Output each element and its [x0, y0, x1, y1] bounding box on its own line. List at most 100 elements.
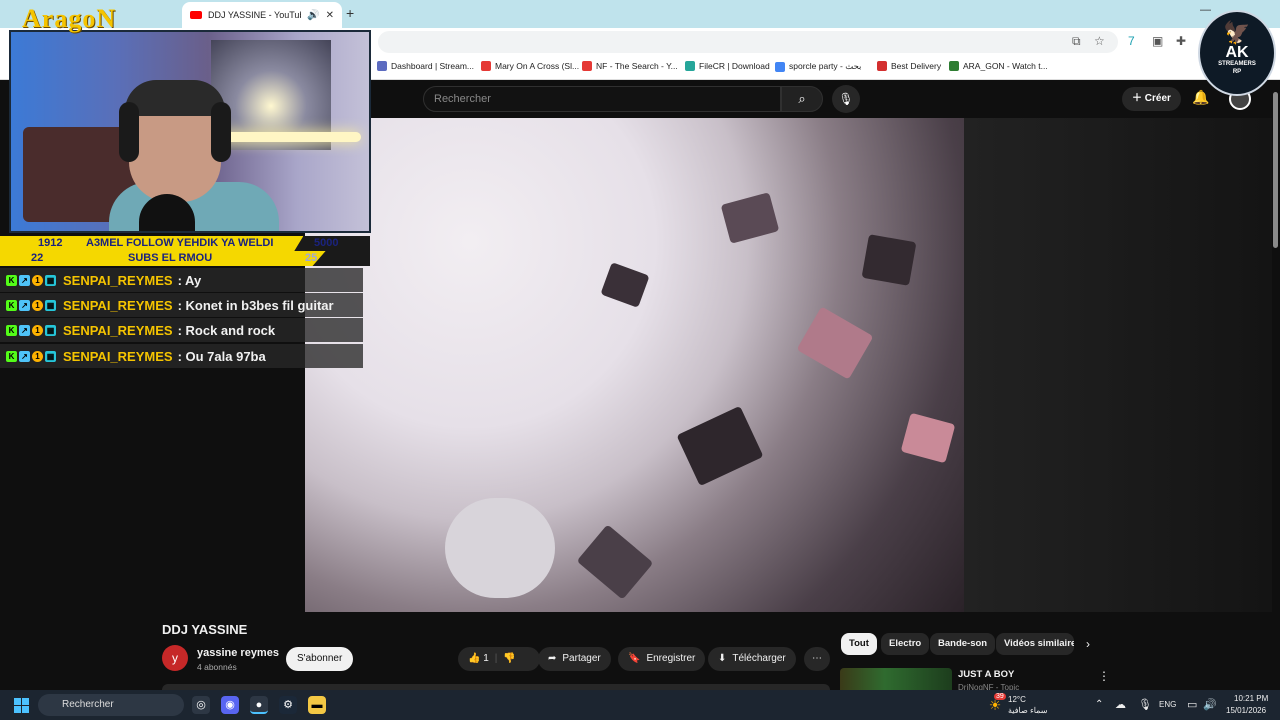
like-dislike-group: 👍 1 | 👎 — [458, 647, 540, 671]
chip-soundtrack[interactable]: Bande-son — [930, 633, 996, 655]
bookmark-item[interactable]: ARA_GON - Watch t... — [949, 61, 1048, 71]
video-frame-shard — [445, 498, 555, 598]
save-button[interactable]: 🔖 Enregistrer — [618, 647, 706, 671]
install-icon[interactable]: ⧉ — [1072, 34, 1081, 49]
discord-icon[interactable]: ◉ — [221, 696, 239, 714]
clock-date[interactable]: 15/01/2026 — [1226, 706, 1266, 715]
notifications-bell-icon[interactable]: 🔔 — [1192, 89, 1209, 106]
sub-goal-bar: 22 SUBS EL RMOU 25 — [0, 251, 370, 266]
arrow-badge-icon: ↗ — [19, 350, 30, 362]
bookmark-favicon-icon — [685, 61, 695, 71]
video-side-area — [964, 118, 1272, 612]
channel-avatar[interactable]: y — [162, 645, 188, 671]
kick-badge-icon: K — [6, 274, 17, 286]
chat-username: SENPAI_REYMES — [63, 322, 173, 338]
network-icon[interactable]: ▭ — [1187, 698, 1197, 711]
chat-text: : Rock and rock — [177, 322, 276, 338]
task-view-icon[interactable]: ◎ — [192, 696, 210, 714]
kick-badge-icon: K — [6, 299, 17, 311]
chat-text: : Ay — [177, 272, 202, 288]
more-dots-icon: ⋯ — [812, 653, 822, 664]
tray-microphone-icon[interactable]: 🎙 — [1138, 698, 1152, 711]
download-button[interactable]: ⬇ Télécharger — [708, 647, 796, 671]
thumbs-down-icon: 👎 — [503, 653, 516, 664]
sub-badge-icon: 1 — [32, 274, 43, 286]
steam-icon[interactable]: ⚙ — [279, 696, 297, 714]
search-input[interactable]: Rechercher — [423, 86, 781, 112]
tray-expand-icon[interactable]: ⌃ — [1095, 699, 1103, 710]
bookmark-item[interactable]: sporcle party - بحث — [775, 61, 861, 72]
bookmark-item[interactable]: Dashboard | Stream... — [377, 61, 474, 71]
taskbar-search-box[interactable]: Rechercher — [38, 694, 184, 716]
video-frame-shard — [600, 262, 650, 308]
omnibox[interactable] — [378, 31, 1118, 53]
search-button[interactable]: ⌕ — [781, 86, 823, 112]
chip-electro[interactable]: Electro — [881, 633, 930, 655]
streamer-cap — [125, 80, 225, 116]
chevron-right-icon[interactable]: › — [1086, 637, 1090, 651]
recommended-thumbnail[interactable] — [840, 668, 952, 690]
windows-start-icon[interactable] — [14, 698, 29, 713]
bookmark-label: NF - The Search - Y... — [596, 61, 678, 71]
bookmark-favicon-icon — [582, 61, 592, 71]
bookmark-item[interactable]: Best Delivery — [877, 61, 941, 71]
sub-goal-target: 25 — [305, 252, 318, 264]
video-player[interactable] — [305, 118, 964, 612]
microphone-icon: 🎙 — [838, 92, 854, 106]
weather-temperature: 12°C — [1008, 695, 1026, 704]
gift-badge-icon: ▦ — [45, 274, 56, 286]
bookmark-favicon-icon — [949, 61, 959, 71]
windows-taskbar: ⌕ Rechercher ◎ ◉ ● ⚙ ▬ ☀ 39 12°C سماء صا… — [0, 690, 1280, 720]
eagle-icon: 🦅 — [1223, 20, 1251, 45]
file-explorer-icon[interactable]: ▬ — [308, 696, 326, 714]
ak-logo-tag: RP — [1232, 69, 1242, 75]
video-title: DDJ YASSINE — [162, 622, 248, 637]
speaker-icon[interactable]: 🔊 — [307, 10, 319, 21]
chip-similar-videos[interactable]: Vidéos similaire — [996, 633, 1074, 655]
minimize-icon[interactable]: — — [1200, 4, 1211, 16]
dislike-button[interactable]: 👎 — [503, 647, 515, 671]
gift-badge-icon: ▦ — [45, 350, 56, 362]
subscribe-button[interactable]: S'abonner — [286, 647, 354, 671]
screenshot-icon[interactable]: ▣ — [1152, 34, 1163, 48]
language-indicator[interactable]: ENG — [1159, 700, 1176, 709]
channel-name[interactable]: yassine reymes — [197, 647, 279, 659]
bookmark-item[interactable]: FileCR | Download — [685, 61, 770, 71]
like-button[interactable]: 👍 1 — [468, 647, 489, 671]
gift-badge-icon: ▦ — [45, 299, 56, 311]
share-arrow-icon: ➦ — [548, 653, 557, 664]
voice-search-button[interactable]: 🎙 — [832, 85, 860, 113]
volume-icon[interactable]: 🔊 — [1203, 698, 1217, 711]
bookmark-item[interactable]: NF - The Search - Y... — [582, 61, 678, 71]
onedrive-icon[interactable]: ☁ — [1115, 698, 1126, 711]
bookmark-favicon-icon — [775, 61, 785, 72]
follow-goal-target: 5000 — [314, 237, 339, 249]
create-label: Créer — [1144, 93, 1171, 104]
chrome-icon[interactable]: ● — [250, 696, 268, 714]
recommended-title[interactable]: JUST A BOY — [958, 669, 1014, 680]
download-label: Télécharger — [732, 653, 786, 664]
headphone-right — [211, 102, 231, 162]
chat-message: K ↗ 1 ▦ SENPAI_REYMES : Ou 7ala 97ba — [0, 344, 363, 368]
extensions-puzzle-icon[interactable]: ✚ — [1176, 34, 1186, 48]
close-tab-icon[interactable]: ✕ — [326, 10, 334, 21]
browser-tab-youtube[interactable]: DDJ YASSINE - YouTube 🔊 ✕ — [182, 2, 342, 28]
create-button[interactable]: ＋ Créer — [1122, 87, 1181, 111]
plus-icon: ＋ — [1132, 93, 1142, 104]
bookmark-label: Dashboard | Stream... — [391, 61, 474, 71]
download-icon: ⬇ — [718, 653, 727, 664]
video-frame-shard — [676, 405, 764, 487]
clock-time[interactable]: 10:21 PM — [1234, 694, 1268, 703]
subscriber-count: 4 abonnés — [197, 662, 237, 672]
new-tab-button[interactable]: + — [346, 5, 354, 21]
chip-all[interactable]: Tout — [841, 633, 877, 655]
page-scrollbar-thumb[interactable] — [1273, 92, 1278, 248]
bookmark-icon: 🔖 — [628, 653, 641, 664]
bookmark-item[interactable]: Mary On A Cross (Sl... — [481, 61, 579, 71]
more-actions-button[interactable]: ⋯ — [804, 647, 830, 671]
bookmark-star-icon[interactable]: ☆ — [1094, 34, 1105, 48]
recommended-more-icon[interactable]: ⋮ — [1098, 669, 1110, 683]
extension-icon[interactable]: 7 — [1128, 34, 1135, 48]
ak-logo-sub: STREAMERS — [1218, 61, 1256, 67]
share-button[interactable]: ➦ Partager — [538, 647, 611, 671]
